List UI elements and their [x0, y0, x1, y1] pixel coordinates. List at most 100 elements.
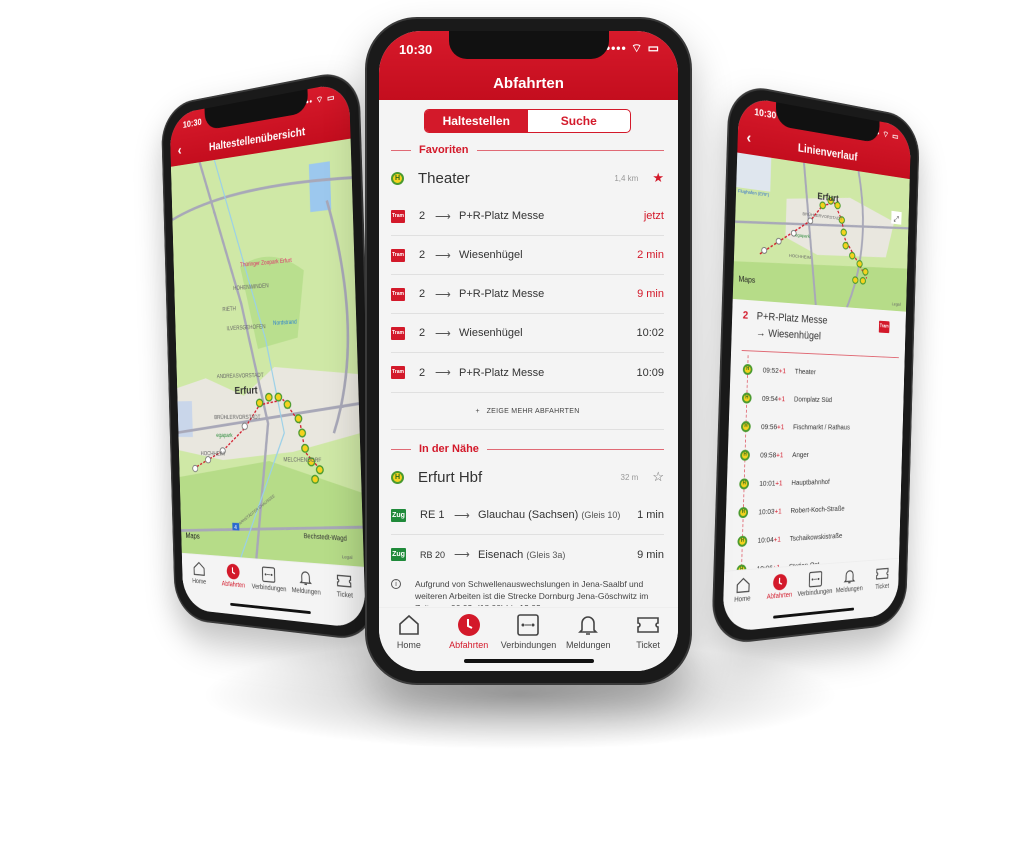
route-stop-row[interactable]: H 09:56+1 Fischmarkt / Rathaus — [740, 412, 898, 441]
departure-time: 1 min — [637, 509, 664, 521]
tab-ticket[interactable]: Ticket — [866, 564, 899, 617]
map-label: RIETH — [222, 306, 236, 313]
status-icons: •••• ⌔ ▭ — [605, 41, 660, 55]
home-indicator[interactable] — [463, 659, 594, 663]
tab-ticket[interactable]: Ticket — [619, 613, 677, 671]
departures-list: Favoriten H Theater 1,4 km ★ Tram 2 ⟶ P+R-P… — [391, 141, 664, 606]
line-number: 2 — [419, 249, 426, 261]
star-filled-icon[interactable]: ★ — [652, 170, 664, 186]
tab-abfahrten[interactable]: Abfahrten — [761, 572, 798, 629]
status-time: 10:30 — [754, 107, 777, 122]
departure-time: 2 min — [637, 249, 664, 261]
stop-name: Tschaikowskistraße — [789, 531, 843, 543]
maps-attribution: Maps — [186, 532, 201, 541]
tab-abfahrten[interactable]: Abfahrten — [217, 562, 251, 616]
departure-row[interactable]: Tram 2 ⟶ P+R-Platz Messe 9 min — [391, 275, 664, 314]
line-number: 2 — [742, 309, 749, 322]
departure-row[interactable]: Tram 2 ⟶ Wiesenhügel 2 min — [391, 236, 664, 275]
delay: +1 — [777, 394, 786, 404]
status-time: 10:30 — [182, 117, 202, 131]
show-more-button[interactable]: + ZEIGE MEHR ABFAHRTEN — [391, 392, 664, 430]
tab-verbindungen[interactable]: Verbindungen — [797, 569, 832, 625]
map-label: MELCHENDORF — [283, 457, 322, 464]
legal-link[interactable]: Legal — [892, 301, 901, 307]
map[interactable]: Thüringer Zoopark Erfurt HOHENWINDEN RIE… — [171, 138, 364, 567]
route-header: 2 P+R-Platz Messe → Wiesenhügel Tram — [741, 305, 900, 359]
star-outline-icon[interactable]: ☆ — [652, 469, 664, 485]
bell-icon — [576, 613, 600, 637]
departure-row[interactable]: Tram 2 ⟶ Wiesenhügel 10:02 — [391, 314, 664, 353]
departure-row[interactable]: Tram 2 ⟶ P+R-Platz Messe jetzt — [391, 197, 664, 236]
map-canvas[interactable]: Thüringer Zoopark Erfurt HOHENWINDEN RIE… — [171, 138, 364, 567]
map-canvas[interactable]: ⤢ Erfurt BRÜHLERVORSTADT egapark HOCHHEI… — [733, 152, 910, 312]
bell-icon — [298, 568, 314, 587]
delay: +1 — [775, 478, 783, 488]
scheduled-time: 10:04 — [757, 535, 774, 545]
map-label: HOCHHEIM — [201, 451, 225, 458]
map-label: egapark — [216, 433, 233, 439]
maps-attribution: Maps — [738, 274, 755, 285]
tab-label: Abfahrten — [766, 591, 793, 601]
phone-center: 10:30 •••• ⌔ ▭ Abfahrten Haltestellen Su… — [365, 17, 692, 685]
tab-ticket[interactable]: Ticket — [326, 571, 364, 629]
tab-home[interactable]: Home — [380, 613, 438, 671]
tab-home[interactable]: Home — [183, 559, 216, 612]
stop-header[interactable]: H Theater 1,4 km ★ — [391, 159, 664, 197]
route-stop-list: H 09:52+1 Theater H 09:54+1 Domplatz Süd H 09:5… — [736, 355, 899, 585]
departure-row[interactable]: Tram 2 ⟶ P+R-Platz Messe 10:09 — [391, 353, 664, 392]
bus-stop-icon: H — [742, 363, 753, 376]
notice-text: Aufgrund von Schwellenauswechslungen in … — [415, 579, 649, 606]
tram-badge-icon: Tram — [878, 320, 890, 334]
platform: (Gleis 3a) — [526, 549, 566, 560]
tab-bar: Home Abfahrten Verbindungen Meldungen Ticket — [181, 552, 366, 629]
legal-link[interactable]: Legal — [342, 554, 353, 560]
segment-haltestellen[interactable]: Haltestellen — [425, 110, 528, 132]
bus-stop-icon: H — [741, 392, 752, 404]
route-map[interactable]: ⤢ Erfurt BRÜHLERVORSTADT egapark HOCHHEI… — [733, 152, 910, 312]
departure-row[interactable]: Zug RB 20 ⟶ Eisenach (Gleis 3a) 9 min — [391, 535, 664, 574]
home-icon — [735, 576, 751, 595]
page-title: Abfahrten — [493, 75, 564, 92]
tram-badge-icon: Tram — [391, 366, 405, 379]
tram-badge-icon: Tram — [391, 248, 405, 262]
arrow-right-icon: ⟶ — [435, 288, 451, 301]
line-number: 2 — [419, 210, 426, 222]
stop-header[interactable]: H Erfurt Hbf 32 m ☆ — [391, 458, 664, 496]
tab-meldungen[interactable]: Meldungen — [832, 567, 866, 621]
tab-home[interactable]: Home — [723, 575, 762, 633]
plus-icon: + — [475, 408, 487, 415]
route-stop-row[interactable]: H 09:58+1 Anger — [740, 440, 897, 469]
scheduled-time: 09:58 — [760, 450, 777, 460]
delay: +1 — [776, 422, 785, 432]
departure-time: 10:09 — [636, 366, 664, 379]
departure-time: 10:02 — [636, 327, 664, 339]
delay: +1 — [776, 450, 784, 460]
departure-row[interactable]: Zug RE 1 ⟶ Glauchau (Sachsen) (Gleis 10) 1 m… — [391, 496, 664, 535]
notch — [448, 31, 609, 59]
departure-time: jetzt — [643, 210, 664, 222]
stop-distance: 32 m — [620, 472, 639, 482]
arrow-right-icon: ⟶ — [435, 327, 451, 340]
bus-stop-icon: H — [740, 449, 750, 461]
service-notice[interactable]: i Aufgrund von Schwellenauswechslungen i… — [391, 578, 664, 606]
train-badge-icon: Zug — [391, 548, 406, 561]
segment-suche[interactable]: Suche — [528, 110, 631, 132]
scheduled-time: 09:52 — [762, 365, 779, 375]
scheduled-time: 10:01 — [759, 478, 776, 488]
map-label: Nordstrand — [273, 319, 297, 327]
stop-name: Erfurt Hbf — [418, 468, 483, 486]
stop-name: Theater — [794, 366, 817, 377]
line-number: 2 — [419, 327, 426, 339]
tab-meldungen[interactable]: Meldungen — [288, 568, 325, 625]
route-stop-row[interactable]: H 09:54+1 Domplatz Süd — [741, 384, 898, 415]
stop-name: Hauptbahnhof — [791, 477, 830, 487]
tab-verbindungen[interactable]: Verbindungen — [252, 565, 287, 620]
route-stop-row[interactable]: H 09:52+1 Theater — [742, 355, 898, 388]
section-nearby: In der Nähe — [391, 440, 664, 458]
connections-icon — [261, 566, 276, 584]
route-destination: → Wiesenhügel — [756, 327, 822, 343]
destination-name: Wiesenhügel — [459, 249, 523, 261]
line-number: RE 1 — [420, 509, 445, 521]
bus-stop-icon: H — [738, 506, 749, 519]
map-label: ANDREASVORSTADT — [217, 372, 265, 380]
